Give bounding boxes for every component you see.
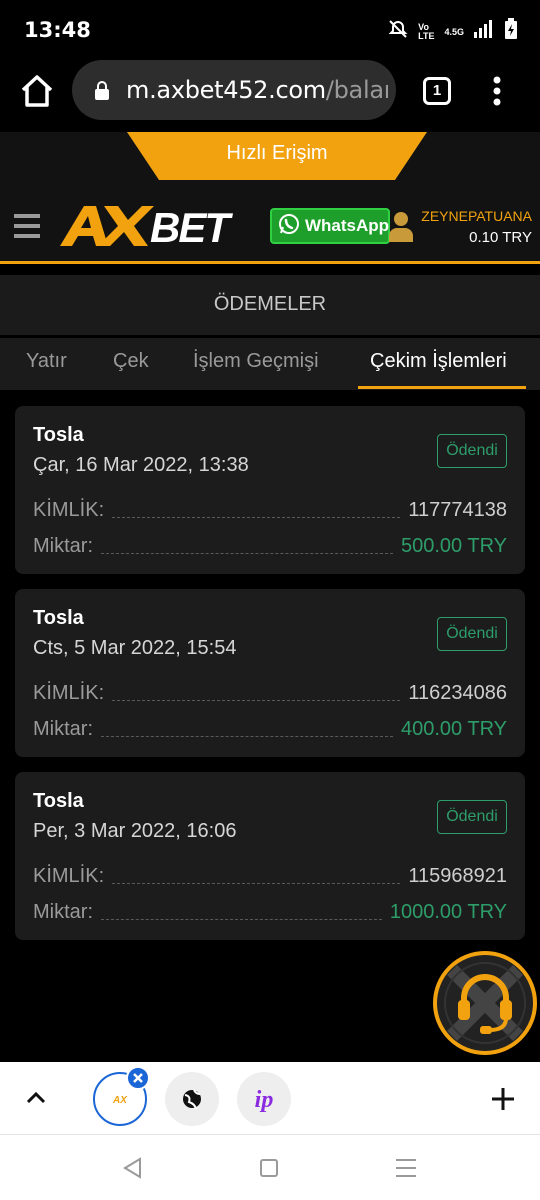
id-row: KİMLİK: 115968921 (33, 862, 507, 888)
hamburger-icon[interactable] (14, 214, 40, 238)
id-row: KİMLİK: 117774138 (33, 496, 507, 522)
tab-thumbnail-globe[interactable] (165, 1072, 219, 1126)
id-label: KİMLİK: (33, 865, 105, 887)
amount-label: Miktar: (33, 535, 93, 557)
id-label: KİMLİK: (33, 499, 105, 521)
dotted-leader (112, 883, 401, 884)
lock-icon (94, 80, 110, 100)
url-path: /balanc (325, 76, 388, 104)
transaction-id: 115968921 (408, 865, 507, 887)
status-badge: Ödendi (437, 617, 507, 651)
volte-icon: Vo LTE (418, 21, 435, 41)
headset-icon (433, 951, 537, 1055)
transaction-date: Per, 3 Mar 2022, 16:06 (33, 820, 237, 842)
username[interactable]: ZEYNEPATUANA (421, 208, 532, 224)
status-badge: Ödendi (437, 800, 507, 834)
back-icon[interactable] (122, 1157, 142, 1184)
signal-icon (474, 20, 494, 43)
site-header: Hızlı Erişim BET WhatsApp ZEYNEPATUANA 0… (0, 132, 540, 264)
browser-tab-strip: AX ip (0, 1062, 540, 1134)
page-title: ÖDEMELER (0, 275, 540, 335)
home-icon[interactable] (18, 72, 56, 110)
transaction-id: 117774138 (408, 499, 507, 521)
tab-thumbnail-site[interactable]: ip (237, 1072, 291, 1126)
axbet-logo[interactable]: BET (56, 200, 266, 251)
transaction-id: 116234086 (408, 682, 507, 704)
globe-icon (183, 1089, 201, 1110)
quick-access-button[interactable]: Hızlı Erişim (127, 132, 427, 180)
menu-dots-icon[interactable] (492, 76, 502, 106)
mute-icon (388, 19, 408, 44)
balance: 0.10 TRY (469, 229, 532, 246)
status-icons: Vo LTE 4.5G (388, 18, 518, 45)
withdrawal-card: Tosla Çar, 16 Mar 2022, 13:38 Ödendi KİM… (15, 406, 525, 574)
svg-text:AX: AX (112, 1095, 128, 1106)
amount-row: Miktar: 400.00 TRY (33, 715, 507, 741)
transaction-date: Cts, 5 Mar 2022, 15:54 (33, 637, 237, 659)
dotted-leader (101, 736, 393, 737)
active-tab-indicator (358, 386, 526, 389)
status-badge: Ödendi (437, 434, 507, 468)
quick-access-label: Hızlı Erişim (226, 142, 328, 164)
amount-label: Miktar: (33, 901, 93, 923)
battery-icon (504, 18, 518, 45)
transaction-amount: 400.00 TRY (400, 718, 507, 740)
payment-tabs: Yatır Çek İşlem Geçmişi Çekim İşlemleri (0, 338, 540, 390)
chevron-up-icon[interactable] (24, 1086, 48, 1110)
dotted-leader (101, 919, 382, 920)
payment-method: Tosla (33, 424, 84, 446)
svg-text:BET: BET (150, 204, 233, 250)
transaction-amount: 500.00 TRY (400, 535, 507, 557)
status-bar: 13:48 Vo LTE 4.5G (0, 0, 540, 60)
payment-method: Tosla (33, 607, 84, 629)
withdrawal-card: Tosla Cts, 5 Mar 2022, 15:54 Ödendi KİML… (15, 589, 525, 757)
close-icon[interactable] (126, 1066, 150, 1090)
dotted-leader (112, 517, 401, 518)
recent-apps-icon[interactable] (396, 1159, 416, 1177)
whatsapp-icon (278, 213, 300, 240)
amount-label: Miktar: (33, 718, 93, 740)
whatsapp-button[interactable]: WhatsApp (270, 208, 390, 244)
amount-row: Miktar: 1000.00 TRY (33, 898, 507, 924)
dotted-leader (112, 700, 401, 701)
tab-withdrawal-transactions[interactable]: Çekim İşlemleri (370, 350, 507, 373)
transaction-amount: 1000.00 TRY (389, 901, 507, 923)
system-navigation-bar (0, 1134, 540, 1200)
url-host: m.axbet452.com (126, 76, 326, 104)
status-time: 13:48 (24, 18, 91, 42)
home-nav-icon[interactable] (260, 1159, 278, 1177)
user-icon[interactable] (388, 210, 414, 242)
amount-row: Miktar: 500.00 TRY (33, 532, 507, 558)
tab-withdraw[interactable]: Çek (113, 350, 149, 373)
network-label: 4.5G (444, 26, 464, 37)
support-headset-button[interactable] (432, 950, 538, 1056)
id-row: KİMLİK: 116234086 (33, 679, 507, 705)
whatsapp-label: WhatsApp (305, 216, 390, 235)
tab-transaction-history[interactable]: İşlem Geçmişi (193, 350, 319, 373)
dotted-leader (101, 553, 393, 554)
url-text[interactable]: m.axbet452.com/balanc (126, 76, 388, 104)
svg-text:ip: ip (255, 1087, 274, 1113)
payment-method: Tosla (33, 790, 84, 812)
withdrawal-card: Tosla Per, 3 Mar 2022, 16:06 Ödendi KİML… (15, 772, 525, 940)
url-bar[interactable]: m.axbet452.com/balanc (72, 60, 396, 120)
id-label: KİMLİK: (33, 682, 105, 704)
browser-toolbar: m.axbet452.com/balanc 1 (0, 60, 540, 132)
tab-deposit[interactable]: Yatır (26, 350, 67, 373)
transaction-date: Çar, 16 Mar 2022, 13:38 (33, 454, 249, 476)
plus-icon[interactable] (490, 1086, 516, 1112)
tab-switcher-button[interactable]: 1 (423, 77, 451, 105)
